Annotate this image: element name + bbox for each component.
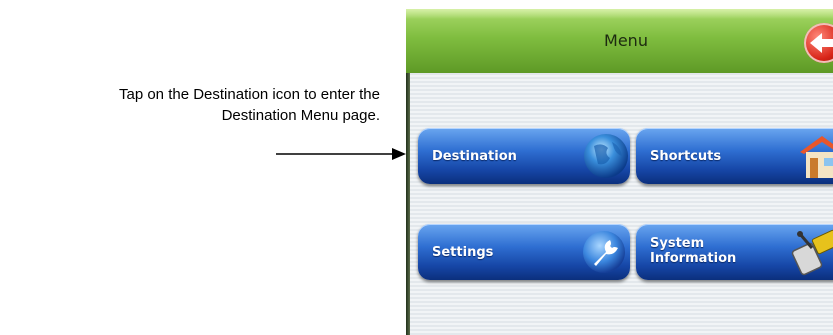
title-bar: Menu — [406, 9, 833, 73]
system-information-label-line1: System — [650, 236, 705, 251]
destination-button[interactable]: Destination — [418, 128, 630, 184]
settings-label: Settings — [432, 245, 494, 260]
shortcuts-label: Shortcuts — [650, 149, 722, 164]
instruction-line-2: Destination Menu page. — [221, 107, 380, 124]
shortcuts-button[interactable]: Shortcuts — [636, 128, 833, 184]
globe-icon — [584, 134, 628, 178]
instruction-line-1: Tap on the Destination icon to enter the — [118, 86, 380, 103]
house-icon — [800, 136, 833, 178]
system-information-label-line2: Information — [650, 251, 737, 266]
instruction-text: Tap on the Destination icon to enter the… — [0, 84, 380, 126]
wrench-icon — [583, 231, 625, 273]
settings-button[interactable]: Settings — [418, 224, 630, 280]
destination-label: Destination — [432, 149, 517, 164]
pointer-arrow — [276, 148, 406, 160]
system-information-button[interactable]: System Information — [636, 224, 833, 280]
page-title: Menu — [604, 31, 648, 50]
back-button[interactable] — [804, 23, 833, 63]
back-arrow-icon — [810, 33, 833, 53]
satellite-icon — [791, 229, 833, 276]
device-screen: Menu Destination Shortcuts Settings Syst… — [406, 9, 833, 335]
